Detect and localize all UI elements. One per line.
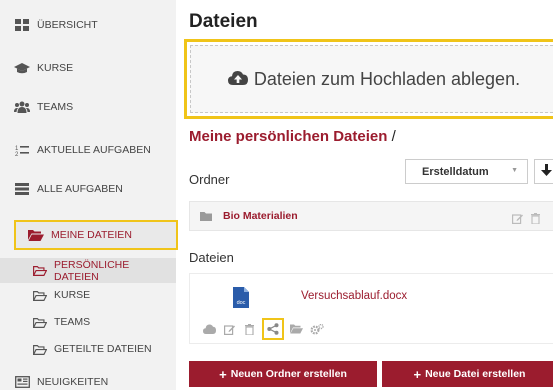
move-folder-icon[interactable] <box>288 321 305 338</box>
sidebar-item-meine-dateien[interactable]: Meine Dateien <box>14 220 178 250</box>
plus-icon: + <box>413 366 422 382</box>
sidebar-item-label: Übersicht <box>37 19 98 31</box>
dashboard-icon <box>14 19 30 31</box>
sidebar-item-label: Neuigkeiten <box>37 376 109 388</box>
folder-icon <box>200 211 212 221</box>
sidebar-item-aktuelle-aufgaben[interactable]: 12 Aktuelle Aufgaben <box>0 138 176 162</box>
folder-open-icon <box>28 229 44 241</box>
trash-icon[interactable] <box>531 211 540 229</box>
sidebar: Übersicht Kurse Teams 12 Aktuelle Aufgab… <box>0 0 178 390</box>
sidebar-subitem-persoenliche-dateien[interactable]: Persönliche Dateien <box>0 258 176 283</box>
trash-icon[interactable] <box>241 321 258 338</box>
task-list-icon: 12 <box>14 144 30 156</box>
tasks-icon <box>14 183 30 195</box>
files-heading: Dateien <box>189 250 234 265</box>
arrow-down-icon <box>540 163 552 181</box>
svg-text:2: 2 <box>15 152 19 156</box>
file-actions <box>201 318 328 340</box>
sidebar-item-alle-aufgaben[interactable]: Alle Aufgaben <box>0 177 176 201</box>
caret-down-icon: ▼ <box>511 167 518 174</box>
newspaper-icon <box>14 376 30 388</box>
sidebar-item-neuigkeiten[interactable]: Neuigkeiten <box>0 371 176 390</box>
doc-type-label: doc <box>237 300 246 306</box>
folder-outline-icon <box>33 265 47 276</box>
breadcrumb: Meine persönlichen Dateien / <box>189 128 396 145</box>
sidebar-item-label: Kurse <box>54 289 91 301</box>
upload-dropzone[interactable]: Dateien zum Hochladen ablegen. <box>184 39 553 119</box>
download-icon[interactable] <box>201 321 218 338</box>
file-card[interactable]: doc Versuchsablauf.docx <box>189 273 553 344</box>
sidebar-item-kurse[interactable]: Kurse <box>0 56 176 80</box>
sidebar-item-label: Meine Dateien <box>51 229 132 241</box>
page-title: Dateien <box>189 11 258 32</box>
cloud-upload-icon <box>227 69 254 90</box>
sort-direction-button[interactable] <box>534 159 553 184</box>
sidebar-subitem-teams[interactable]: Teams <box>0 312 176 332</box>
edit-icon[interactable] <box>512 211 523 229</box>
plus-icon: + <box>219 366 227 382</box>
edit-icon[interactable] <box>221 321 238 338</box>
sidebar-item-label: Kurse <box>37 62 74 74</box>
dropzone-area[interactable]: Dateien zum Hochladen ablegen. <box>190 45 553 113</box>
graduation-cap-icon <box>14 62 30 74</box>
new-file-button-label: Neue Datei erstellen <box>425 368 526 380</box>
sort-select-value: Erstelldatum <box>422 165 489 178</box>
breadcrumb-separator: / <box>391 128 396 145</box>
breadcrumb-current[interactable]: Meine persönlichen Dateien <box>189 128 387 145</box>
share-icon[interactable] <box>262 318 284 340</box>
sidebar-item-uebersicht[interactable]: Übersicht <box>0 13 176 37</box>
sidebar-subitem-kurse[interactable]: Kurse <box>0 285 176 305</box>
new-file-button[interactable]: + Neue Datei erstellen <box>382 361 553 387</box>
sort-select[interactable]: Erstelldatum ▼ <box>405 159 528 184</box>
word-document-icon: doc <box>233 287 249 313</box>
sidebar-item-label: Alle Aufgaben <box>37 183 123 195</box>
sidebar-subitem-geteilte-dateien[interactable]: Geteilte Dateien <box>0 339 176 359</box>
sidebar-item-label: Aktuelle Aufgaben <box>37 144 151 156</box>
folders-heading: Ordner <box>189 172 230 187</box>
main-content: Dateien Dateien zum Hochladen ablegen. M… <box>176 0 553 390</box>
sidebar-item-teams[interactable]: Teams <box>0 95 176 119</box>
sidebar-item-label: Teams <box>37 101 74 113</box>
folder-row[interactable]: Bio Materialien <box>189 201 553 231</box>
folder-name[interactable]: Bio Materialien <box>223 210 298 222</box>
sidebar-item-label: Persönliche Dateien <box>54 258 130 283</box>
folder-outline-icon <box>33 344 47 355</box>
settings-icon[interactable] <box>308 321 325 338</box>
folder-outline-icon <box>33 317 47 328</box>
folder-actions <box>512 211 540 229</box>
folder-outline-icon <box>33 290 47 301</box>
new-folder-button[interactable]: + Neuen Ordner erstellen <box>189 361 377 387</box>
sidebar-item-label: Teams <box>54 316 91 328</box>
users-icon <box>14 101 30 113</box>
sidebar-item-label: Geteilte Dateien <box>54 343 152 355</box>
new-folder-button-label: Neuen Ordner erstellen <box>230 368 347 380</box>
file-name[interactable]: Versuchsablauf.docx <box>301 290 407 302</box>
dropzone-text: Dateien zum Hochladen ablegen. <box>253 68 521 89</box>
